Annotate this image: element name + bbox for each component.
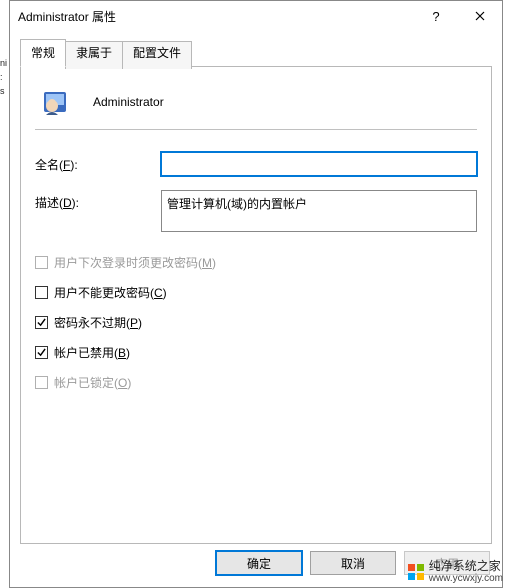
options-group: 用户下次登录时须更改密码(M) 用户不能更改密码(C) 密码永不过期(P) 帐户… (35, 254, 477, 391)
window-title: Administrator 属性 (18, 8, 116, 25)
checkbox-icon (35, 376, 48, 389)
background-fragment: ni : s (0, 0, 9, 588)
context-help-button[interactable]: ? (414, 1, 458, 31)
checkbox-must-change-password: 用户下次登录时须更改密码(M) (35, 254, 477, 271)
description-label: 描述(D): (35, 190, 161, 211)
close-icon (475, 11, 485, 21)
tab-general[interactable]: 常规 (20, 39, 66, 67)
user-header: Administrator (35, 85, 477, 119)
full-name-input[interactable] (161, 152, 477, 176)
help-icon: ? (432, 9, 439, 24)
tab-strip: 常规 隶属于 配置文件 (20, 39, 492, 67)
ok-button[interactable]: 确定 (216, 551, 302, 575)
description-row: 描述(D): 管理计算机(域)的内置帐户 (35, 190, 477, 232)
dialog-content: 常规 隶属于 配置文件 Administrator (10, 31, 502, 539)
divider (35, 129, 477, 130)
cancel-button[interactable]: 取消 (310, 551, 396, 575)
user-icon (39, 85, 73, 119)
checkbox-icon (35, 286, 48, 299)
watermark-logo-icon (407, 563, 425, 581)
checkbox-account-disabled[interactable]: 帐户已禁用(B) (35, 344, 477, 361)
watermark-url: www.ycwxjy.com (429, 573, 503, 584)
tab-member-of[interactable]: 隶属于 (65, 41, 123, 69)
full-name-row: 全名(F): (35, 152, 477, 176)
watermark: 纯净系统之家 www.ycwxjy.com (407, 560, 503, 584)
tab-profile[interactable]: 配置文件 (122, 41, 192, 69)
checkbox-cannot-change-password[interactable]: 用户不能更改密码(C) (35, 284, 477, 301)
full-name-label: 全名(F): (35, 152, 161, 173)
titlebar: Administrator 属性 ? (10, 1, 502, 31)
username-label: Administrator (93, 95, 164, 109)
checkbox-password-never-expires[interactable]: 密码永不过期(P) (35, 314, 477, 331)
checkbox-icon (35, 256, 48, 269)
description-input[interactable]: 管理计算机(域)的内置帐户 (161, 190, 477, 232)
checkbox-icon (35, 346, 48, 359)
watermark-name: 纯净系统之家 (429, 560, 503, 573)
properties-dialog: Administrator 属性 ? 常规 隶属于 配置文件 (9, 0, 503, 588)
checkbox-icon (35, 316, 48, 329)
close-button[interactable] (458, 1, 502, 31)
checkbox-account-locked: 帐户已锁定(O) (35, 374, 477, 391)
tab-panel-general: Administrator 全名(F): 描述(D): 管理计算机(域)的内置帐… (20, 66, 492, 544)
